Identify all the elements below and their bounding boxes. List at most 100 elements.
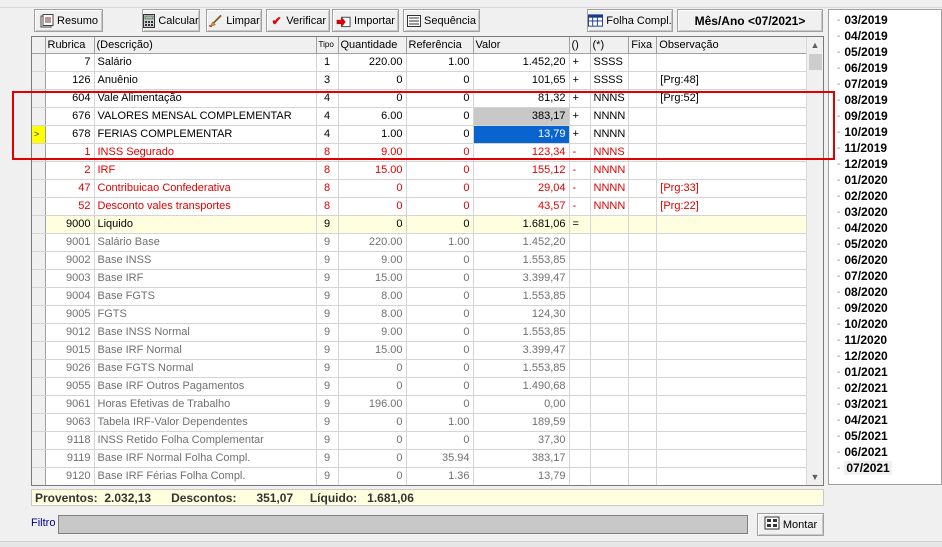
cell-descricao[interactable]: FGTS: [94, 305, 317, 324]
cell-sinal[interactable]: -: [569, 179, 591, 198]
row-indicator[interactable]: [32, 251, 46, 270]
cell-quantidade[interactable]: 1.00: [338, 125, 407, 144]
cell-observacao[interactable]: [Prg:22]: [656, 197, 810, 216]
rubricas-grid[interactable]: Rubrica (Descrição) Tipo Quantidade Refe…: [31, 36, 824, 486]
importar-button[interactable]: Importar: [332, 9, 399, 32]
cell-rubrica[interactable]: 9005: [45, 305, 95, 324]
cell-tipo[interactable]: 9: [316, 215, 339, 234]
cell-rubrica[interactable]: 676: [45, 107, 95, 126]
cell-valor[interactable]: 1.681,06: [473, 215, 570, 234]
cell-fixa[interactable]: [628, 251, 658, 270]
cell-descricao[interactable]: Base IRF Férias Folha Compl.: [94, 467, 317, 485]
row-indicator[interactable]: [32, 161, 46, 180]
cell-sinal[interactable]: [569, 449, 591, 468]
cell-quantidade[interactable]: 0: [338, 71, 407, 90]
table-row[interactable]: 9063 Tabela IRF-Valor Dependentes 9 0 1.00 18…: [32, 413, 810, 432]
cell-tipo[interactable]: 9: [316, 251, 339, 270]
cell-valor[interactable]: 13,79: [473, 467, 570, 485]
cell-valor[interactable]: 1.452,20: [473, 233, 570, 252]
cell-flags[interactable]: [590, 305, 630, 324]
month-item[interactable]: -07/2020: [829, 268, 941, 284]
cell-quantidade[interactable]: 6.00: [338, 107, 407, 126]
cell-observacao[interactable]: [656, 269, 810, 288]
cell-observacao[interactable]: [656, 215, 810, 234]
scroll-down-icon[interactable]: ▼: [807, 469, 823, 485]
month-item[interactable]: -02/2020: [829, 188, 941, 204]
header-fixa[interactable]: Fixa: [628, 37, 658, 54]
cell-descricao[interactable]: Desconto vales transportes: [94, 197, 317, 216]
cell-observacao[interactable]: [656, 467, 810, 485]
cell-referencia[interactable]: 0: [406, 71, 474, 90]
cell-sinal[interactable]: -: [569, 197, 591, 216]
cell-flags[interactable]: NNNN: [590, 197, 630, 216]
table-row[interactable]: 9015 Base IRF Normal 9 15.00 0 3.399,47: [32, 341, 810, 360]
row-indicator[interactable]: [32, 197, 46, 216]
cell-referencia[interactable]: 1.00: [406, 53, 474, 72]
cell-valor[interactable]: 1.553,85: [473, 323, 570, 342]
cell-quantidade[interactable]: 9.00: [338, 251, 407, 270]
cell-valor[interactable]: 383,17: [473, 449, 570, 468]
row-indicator[interactable]: [32, 53, 46, 72]
cell-tipo[interactable]: 9: [316, 413, 339, 432]
month-item[interactable]: -12/2020: [829, 348, 941, 364]
cell-referencia[interactable]: 0: [406, 125, 474, 144]
cell-flags[interactable]: NNNS: [590, 89, 630, 108]
cell-fixa[interactable]: [628, 233, 658, 252]
row-indicator[interactable]: [32, 71, 46, 90]
cell-valor[interactable]: 383,17: [473, 107, 570, 126]
cell-flags[interactable]: [590, 233, 630, 252]
month-item[interactable]: -05/2020: [829, 236, 941, 252]
cell-rubrica[interactable]: 9012: [45, 323, 95, 342]
cell-fixa[interactable]: [628, 161, 658, 180]
cell-rubrica[interactable]: 9119: [45, 449, 95, 468]
row-indicator[interactable]: [32, 107, 46, 126]
cell-sinal[interactable]: [569, 377, 591, 396]
cell-referencia[interactable]: 0: [406, 395, 474, 414]
cell-valor[interactable]: 3.399,47: [473, 269, 570, 288]
cell-flags[interactable]: [590, 341, 630, 360]
row-indicator[interactable]: [32, 467, 46, 485]
cell-fixa[interactable]: [628, 431, 658, 450]
cell-rubrica[interactable]: 9000: [45, 215, 95, 234]
cell-flags[interactable]: NNNN: [590, 161, 630, 180]
header-flags[interactable]: (*): [590, 37, 630, 54]
cell-observacao[interactable]: [656, 359, 810, 378]
cell-fixa[interactable]: [628, 323, 658, 342]
cell-observacao[interactable]: [656, 233, 810, 252]
month-item[interactable]: -07/2021: [829, 460, 941, 476]
table-row[interactable]: 9003 Base IRF 9 15.00 0 3.399,47: [32, 269, 810, 288]
cell-sinal[interactable]: +: [569, 107, 591, 126]
row-indicator[interactable]: [32, 179, 46, 198]
cell-rubrica[interactable]: 9001: [45, 233, 95, 252]
cell-rubrica[interactable]: 47: [45, 179, 95, 198]
cell-quantidade[interactable]: 220.00: [338, 233, 407, 252]
month-item[interactable]: -08/2020: [829, 284, 941, 300]
cell-sinal[interactable]: [569, 467, 591, 485]
cell-observacao[interactable]: [656, 287, 810, 306]
cell-referencia[interactable]: 0: [406, 143, 474, 162]
cell-tipo[interactable]: 9: [316, 395, 339, 414]
table-row[interactable]: 9012 Base INSS Normal 9 9.00 0 1.553,85: [32, 323, 810, 342]
month-item[interactable]: -10/2020: [829, 316, 941, 332]
cell-sinal[interactable]: =: [569, 215, 591, 234]
cell-fixa[interactable]: [628, 89, 658, 108]
cell-flags[interactable]: SSSS: [590, 53, 630, 72]
header-referencia[interactable]: Referência: [406, 37, 474, 54]
cell-quantidade[interactable]: 0: [338, 179, 407, 198]
cell-tipo[interactable]: 1: [316, 53, 339, 72]
cell-tipo[interactable]: 9: [316, 377, 339, 396]
month-item[interactable]: -03/2021: [829, 396, 941, 412]
cell-quantidade[interactable]: 9.00: [338, 143, 407, 162]
row-indicator[interactable]: [32, 395, 46, 414]
month-item[interactable]: -08/2019: [829, 92, 941, 108]
cell-descricao[interactable]: FERIAS COMPLEMENTAR: [94, 125, 317, 144]
cell-quantidade[interactable]: 8.00: [338, 287, 407, 306]
cell-rubrica[interactable]: 2: [45, 161, 95, 180]
sequencia-button[interactable]: Sequência: [403, 9, 480, 32]
cell-fixa[interactable]: [628, 287, 658, 306]
row-indicator[interactable]: [32, 323, 46, 342]
cell-rubrica[interactable]: 9055: [45, 377, 95, 396]
current-row-indicator[interactable]: >: [32, 125, 46, 144]
month-item[interactable]: -11/2019: [829, 140, 941, 156]
cell-tipo[interactable]: 9: [316, 341, 339, 360]
